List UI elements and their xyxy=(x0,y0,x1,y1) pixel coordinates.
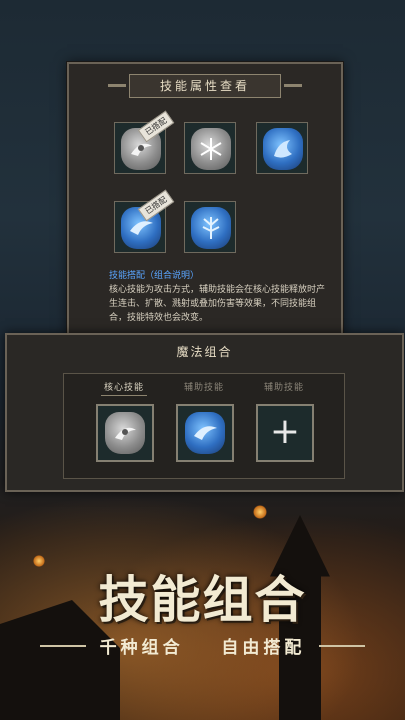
rune-slot-3[interactable] xyxy=(256,122,308,174)
tree-icon xyxy=(202,217,220,239)
skill-attribute-panel: 技能属性查看 已搭配 已搭配 技能搭配（组合说明） 核心技能为攻击方式，辅助技能… xyxy=(67,62,343,341)
banner-title: 技能组合 xyxy=(98,571,307,629)
magic-combo-panel: 魔法组合 核心技能 辅助技能 辅助技能 + xyxy=(5,333,404,492)
plus-icon: + xyxy=(269,411,301,452)
slogan-left: 千种组合 xyxy=(99,638,184,658)
combo-slots-area: 核心技能 辅助技能 辅助技能 + xyxy=(63,373,345,479)
lantern-glow xyxy=(253,505,267,519)
rune-slot-4[interactable]: 已搭配 xyxy=(114,189,175,253)
rune-blue xyxy=(185,412,225,454)
snowflake-icon xyxy=(200,138,222,160)
panel-title: 技能属性查看 xyxy=(108,74,302,98)
tab-assist-skill-1[interactable]: 辅助技能 xyxy=(174,380,234,393)
description-text: 核心技能为攻击方式，辅助技能会在核心技能释放时产生连击、扩散、溅射或叠加伤害等效… xyxy=(109,285,326,323)
tab-assist-skill-2[interactable]: 辅助技能 xyxy=(254,380,314,393)
banner-slogan: 千种组合 自由搭配 xyxy=(0,633,405,658)
rune-blue xyxy=(263,128,303,170)
rune-slot-2[interactable] xyxy=(184,122,236,174)
rune-grey xyxy=(105,412,145,454)
rune-grey xyxy=(191,128,231,170)
assist-skill-slot-1[interactable] xyxy=(176,404,234,462)
flame-icon xyxy=(274,140,292,158)
assist-skill-slot-2[interactable]: + xyxy=(256,404,314,462)
description-title: 技能搭配（组合说明） xyxy=(109,271,200,281)
skill-description: 技能搭配（组合说明） 核心技能为攻击方式，辅助技能会在核心技能释放时产生连击、扩… xyxy=(109,269,329,325)
rune-slot-5[interactable] xyxy=(184,201,236,253)
combo-panel-title: 魔法组合 xyxy=(176,345,233,359)
rune-slot-1[interactable]: 已搭配 xyxy=(114,110,175,174)
swirl-icon xyxy=(115,427,136,440)
rune-blue xyxy=(191,207,231,249)
wind-icon xyxy=(194,426,217,440)
tab-core-skill[interactable]: 核心技能 xyxy=(94,380,154,396)
slogan-right: 自由搭配 xyxy=(221,638,306,658)
core-skill-slot[interactable] xyxy=(96,404,154,462)
